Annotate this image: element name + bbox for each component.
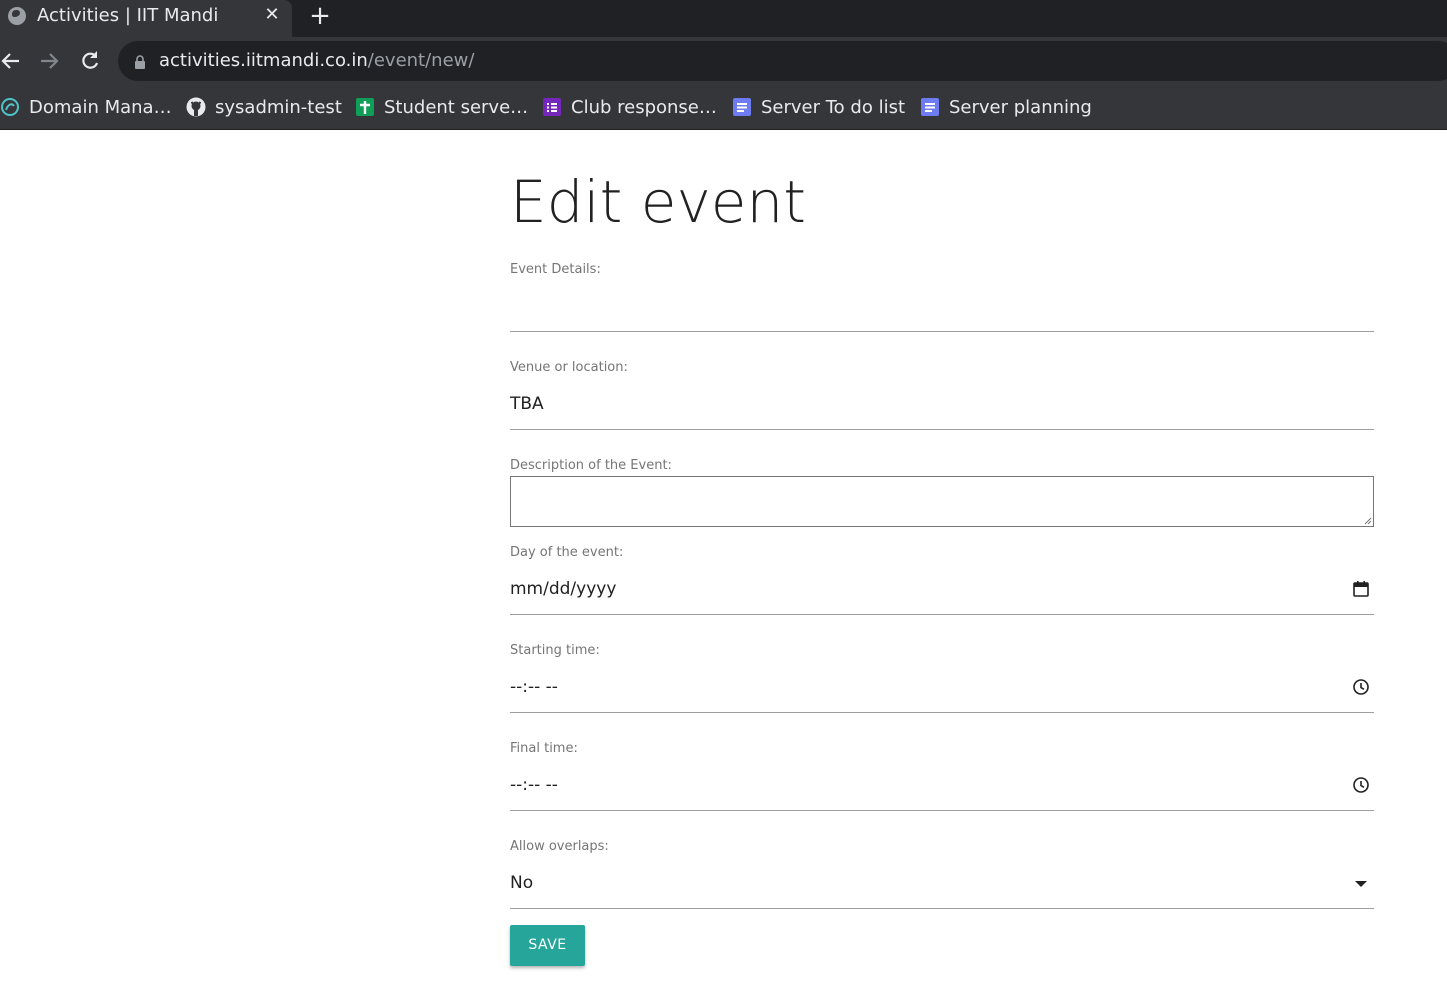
date-underline (510, 614, 1374, 615)
bookmark-server-planning[interactable]: Server planning (920, 94, 1092, 120)
event-details-label: Event Details: (510, 262, 601, 277)
browser-toolbar: activities.iitmandi.co.in/event/new/ (0, 37, 1447, 85)
start-time-label: Starting time: (510, 643, 600, 658)
url-host: activities.iitmandi.co.in (159, 50, 368, 71)
tab-title: Activities | IIT Mandi (37, 5, 219, 26)
venue-underline (510, 429, 1374, 430)
browser-tab[interactable]: Activities | IIT Mandi ✕ (0, 0, 292, 37)
tab-strip: Activities | IIT Mandi ✕ + (0, 0, 1447, 37)
clock-icon[interactable] (1352, 678, 1370, 696)
globe-icon (8, 7, 26, 25)
forms-icon (542, 97, 562, 117)
overlaps-select[interactable]: No (510, 873, 533, 893)
bookmark-student-server[interactable]: Student serve… (355, 94, 528, 120)
final-time-underline (510, 810, 1374, 811)
sheets-icon (355, 97, 375, 117)
day-label: Day of the event: (510, 545, 624, 560)
bookmarks-bar: Domain Mana… sysadmin-test Student serve… (0, 85, 1447, 130)
resize-grip-icon[interactable] (1363, 516, 1372, 525)
event-details-input[interactable] (510, 290, 1374, 322)
final-time-input[interactable]: --:-- -- (510, 775, 558, 795)
save-button[interactable]: SAVE (510, 925, 585, 966)
back-icon[interactable] (0, 47, 24, 75)
description-label: Description of the Event: (510, 458, 672, 473)
final-time-label: Final time: (510, 741, 578, 756)
docs-icon (732, 97, 752, 117)
url-text: activities.iitmandi.co.in/event/new/ (159, 50, 474, 71)
github-icon (186, 97, 206, 117)
start-time-input[interactable]: --:-- -- (510, 677, 558, 697)
bookmark-club-response[interactable]: Club response… (542, 94, 717, 120)
bookmark-label: Student serve… (384, 96, 529, 118)
overlaps-underline (510, 908, 1374, 909)
bookmark-label: sysadmin-test (215, 96, 342, 118)
start-time-underline (510, 712, 1374, 713)
venue-label: Venue or location: (510, 360, 628, 375)
bookmark-label: Server To do list (761, 96, 906, 118)
lock-icon (134, 54, 146, 69)
bookmark-label: Domain Mana… (29, 96, 172, 118)
page-title: Edit event (510, 168, 806, 236)
domain-icon (0, 97, 20, 117)
docs-icon (920, 97, 940, 117)
bookmark-label: Club response… (571, 96, 717, 118)
event-details-underline (510, 331, 1374, 332)
bookmark-server-todo[interactable]: Server To do list (732, 94, 905, 120)
date-input[interactable]: mm/dd/yyyy (510, 579, 616, 599)
bookmark-sysadmin-test[interactable]: sysadmin-test (186, 94, 342, 120)
calendar-icon[interactable] (1352, 580, 1370, 598)
close-tab-icon[interactable]: ✕ (262, 4, 282, 25)
reload-icon[interactable] (79, 47, 103, 75)
description-textarea[interactable] (510, 476, 1374, 527)
address-bar[interactable]: activities.iitmandi.co.in/event/new/ (118, 41, 1447, 81)
clock-icon[interactable] (1352, 776, 1370, 794)
venue-input[interactable]: TBA (510, 394, 544, 414)
overlaps-label: Allow overlaps: (510, 839, 609, 854)
caret-down-icon[interactable] (1352, 875, 1370, 893)
bookmark-label: Server planning (949, 96, 1092, 118)
url-path: /event/new/ (367, 50, 475, 71)
new-tab-icon[interactable]: + (308, 0, 332, 32)
forward-icon[interactable] (38, 47, 62, 75)
bookmark-domain-manager[interactable]: Domain Mana… (0, 94, 172, 120)
